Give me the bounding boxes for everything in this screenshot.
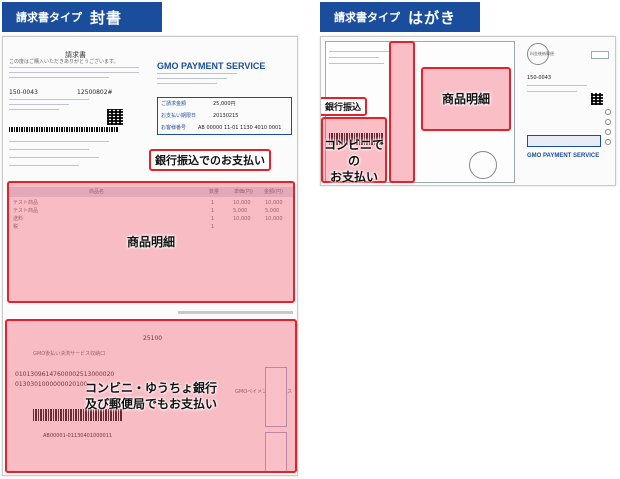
rule — [329, 63, 384, 64]
punch-hole-icon — [605, 129, 611, 135]
postage-stamp-text: 料金後納郵便 — [530, 51, 554, 56]
rule — [527, 85, 587, 86]
customer-number-label: お客様番号 — [161, 125, 187, 131]
envelope-invoice-sample: 請求書 この度はご購入いただきありがとうございます。 150-0043 1250… — [2, 36, 298, 476]
highlight-convenience-label: コンビニ・ゆうちょ銀行 及び郵便局でもお支払い — [84, 380, 217, 411]
postcode: 150-0043 — [9, 89, 38, 96]
rule — [157, 73, 237, 74]
amount-summary-box: ご請求金額 25,000円 お支払い期限日 20130215 お客様番号 AB … — [157, 97, 292, 135]
postcard-invoice-sample: 料金後納郵便 150-0043 GMO PAYMENT SERVICE 銀行振込… — [320, 36, 616, 186]
amount-value: 25,000円 — [213, 101, 236, 107]
highlight-bank-transfer: 銀行振込でのお支払い — [149, 149, 271, 171]
perforation — [178, 311, 293, 314]
highlight-postcard-bank-transfer: 銀行振込 — [321, 97, 368, 116]
highlight-postcard-bank-column — [389, 41, 415, 183]
postcard-postcode: 150-0043 — [527, 75, 552, 81]
rule — [9, 67, 139, 68]
due-date-value: 20130215 — [213, 113, 239, 119]
rule — [329, 51, 389, 52]
amount-label: ご請求金額 — [161, 101, 187, 107]
postcard-mini-box — [591, 51, 609, 59]
highlight-postcard-item-details: 商品明細 — [421, 67, 511, 131]
barcode-icon — [9, 127, 119, 132]
postcard-qr-icon — [591, 93, 603, 105]
tab-envelope-prefix: 請求書タイプ — [16, 11, 82, 24]
due-date-label: お支払い期限日 — [161, 113, 197, 119]
rule — [9, 149, 89, 150]
punch-hole-icon — [605, 119, 611, 125]
rule — [9, 141, 109, 142]
highlight-bank-transfer-label: 銀行振込でのお支払い — [155, 154, 265, 167]
highlight-item-details-label: 商品明細 — [126, 234, 175, 249]
invoice-intro: この度はご購入いただきありがとうございます。 — [9, 59, 119, 65]
postcard-notice-box — [527, 135, 601, 147]
tab-envelope-name: 封書 — [90, 8, 123, 27]
rule — [329, 57, 379, 58]
highlight-postcard-convenience-label: コンビニでの お支払い — [323, 138, 384, 185]
rule — [157, 78, 227, 79]
customer-number-value: AB 00000 11-01 1130 4010 0001 — [198, 125, 282, 131]
rule — [9, 157, 99, 158]
qr-code-icon — [107, 109, 123, 125]
rule — [9, 72, 139, 73]
postcard-circle-mark — [469, 151, 497, 179]
rule — [157, 83, 217, 84]
gmo-logo: GMO PAYMENT SERVICE — [157, 61, 266, 71]
rule — [527, 91, 577, 92]
tab-postcard-prefix: 請求書タイプ — [334, 11, 400, 24]
highlight-item-details: 商品明細 — [7, 181, 295, 303]
highlight-postcard-bank-label: 銀行振込 — [325, 103, 362, 113]
tab-postcard-type: 請求書タイプ はがき — [320, 2, 480, 32]
tab-envelope-type: 請求書タイプ 封書 — [2, 2, 162, 32]
postage-stamp-mark: 料金後納郵便 — [527, 43, 554, 65]
highlight-postcard-items-label: 商品明細 — [441, 91, 490, 106]
rule — [9, 99, 89, 100]
punch-hole-icon — [605, 109, 611, 115]
rule — [9, 109, 59, 110]
punch-hole-icon — [605, 139, 611, 145]
rule — [9, 77, 109, 78]
highlight-convenience-payment: コンビニ・ゆうちょ銀行 及び郵便局でもお支払い — [5, 319, 297, 473]
invoice-number: 12500802# — [77, 89, 113, 96]
highlight-postcard-convenience: コンビニでの お支払い — [321, 117, 387, 185]
postcard-gmo-logo: GMO PAYMENT SERVICE — [527, 153, 600, 159]
rule — [9, 104, 69, 105]
rule — [9, 165, 79, 166]
tab-postcard-name: はがき — [408, 8, 457, 27]
